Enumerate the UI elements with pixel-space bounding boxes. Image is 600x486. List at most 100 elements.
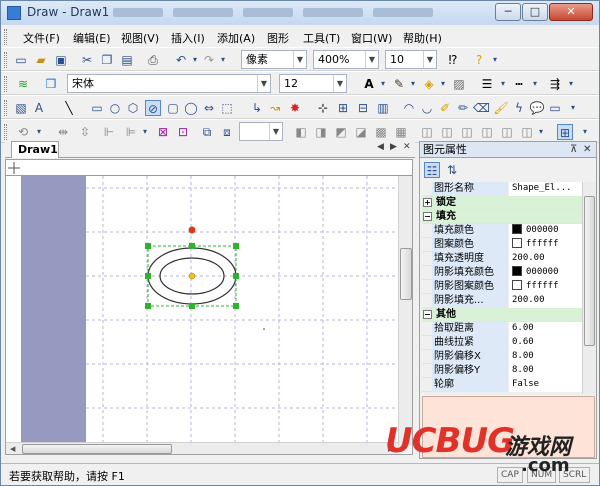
property-value[interactable]: 000000 xyxy=(509,224,582,238)
property-row[interactable]: 轮廓 False xyxy=(422,378,582,392)
image-tool-icon[interactable]: ▧ xyxy=(13,100,29,116)
rotate-icon[interactable]: ⟲ xyxy=(15,124,31,140)
minimize-button[interactable]: ─ xyxy=(495,3,521,21)
line-tool-icon[interactable]: ╲ xyxy=(61,100,77,116)
menu-add[interactable]: 添加(A) xyxy=(217,30,255,46)
shadow-icon[interactable]: ▨ xyxy=(451,76,467,92)
canvas-vertical-scrollbar[interactable] xyxy=(398,176,412,446)
property-row[interactable]: 阴影偏移Y 8.00 xyxy=(422,364,582,378)
font-select[interactable]: 宋体 ▼ xyxy=(67,74,271,93)
property-value[interactable]: False xyxy=(509,378,582,392)
pen-tool-icon[interactable]: ✐ xyxy=(437,100,453,116)
cut-icon[interactable]: ✂ xyxy=(79,52,95,68)
circle-tool-icon[interactable]: ◯ xyxy=(183,100,199,116)
combine-icon[interactable]: ◫ xyxy=(479,124,495,140)
page[interactable] xyxy=(86,176,398,442)
horizontal-scroll-thumb[interactable] xyxy=(22,444,172,454)
print-icon[interactable]: ⎙ xyxy=(145,52,161,68)
font-size-select[interactable]: 12 ▼ xyxy=(279,74,347,93)
property-value[interactable]: 6.00 xyxy=(509,322,582,336)
menubar-grip[interactable] xyxy=(4,29,7,45)
property-row[interactable]: 阴影图案颜色 ffffff xyxy=(422,280,582,294)
zoom-select[interactable]: 400% ▼ xyxy=(313,50,379,69)
line-width-icon[interactable]: ☰ xyxy=(479,76,495,92)
order-icon[interactable]: ▦ xyxy=(393,124,409,140)
rectangle-tool-icon[interactable]: ▭ xyxy=(89,100,105,116)
help-icon[interactable]: ? xyxy=(471,52,487,68)
hatch-icon[interactable]: ▥ xyxy=(375,100,391,116)
text-style-icon[interactable]: ❒ xyxy=(43,76,59,92)
menu-insert[interactable]: 插入(I) xyxy=(171,30,205,46)
more-tools-dropdown-icon[interactable]: ▾ xyxy=(565,100,581,116)
curve-tool-icon[interactable]: ⊘ xyxy=(145,100,161,116)
brush-tool-icon[interactable]: 🖌 xyxy=(493,100,509,116)
pin-icon[interactable]: ⊼ xyxy=(570,142,577,157)
tab-scroll-right-icon[interactable]: ▶ xyxy=(390,142,397,152)
callout-rect-tool-icon[interactable]: ▭ xyxy=(547,100,563,116)
line-width-dropdown-icon[interactable]: ▾ xyxy=(495,76,511,92)
toolbar-grip[interactable] xyxy=(4,52,7,68)
toolbar-grip[interactable] xyxy=(4,100,7,116)
line-color-dropdown-icon[interactable]: ▾ xyxy=(405,76,421,92)
combine-icon[interactable]: ◫ xyxy=(459,124,475,140)
copy-icon[interactable]: ❐ xyxy=(99,52,115,68)
property-grid-scroll-thumb[interactable] xyxy=(584,196,595,346)
arrow-style-dropdown-icon[interactable]: ▾ xyxy=(563,76,579,92)
order-icon[interactable]: ◨ xyxy=(313,124,329,140)
more-arrange-dropdown-icon[interactable]: ▾ xyxy=(533,124,549,140)
send-back-icon[interactable]: ⧈ xyxy=(219,124,235,140)
close-button[interactable]: ✕ xyxy=(549,3,593,21)
combine-icon[interactable]: ◫ xyxy=(439,124,455,140)
menu-edit[interactable]: 编辑(E) xyxy=(73,30,111,46)
drawing-canvas[interactable]: ◀ ▶ xyxy=(5,159,413,455)
bezier-tool-icon[interactable]: ↝ xyxy=(267,100,283,116)
categorized-icon[interactable]: ☷ xyxy=(424,162,440,178)
rounded-rect-tool-icon[interactable]: ▢ xyxy=(165,100,181,116)
help-dropdown-icon[interactable]: ▾ xyxy=(487,52,503,68)
snap-dropdown-icon[interactable]: ▾ xyxy=(577,124,593,140)
open-folder-icon[interactable]: ▰ xyxy=(33,52,49,68)
connector-tool-icon[interactable]: ↳ xyxy=(249,100,265,116)
callout-tool-icon[interactable]: 💬 xyxy=(529,100,545,116)
property-row[interactable]: 阴影填充... 200.00 xyxy=(422,294,582,308)
tab-draw1[interactable]: Draw1 xyxy=(11,141,59,158)
align-center-icon[interactable]: ⊹ xyxy=(315,100,331,116)
menu-window[interactable]: 窗口(W) xyxy=(351,30,392,46)
canvas-horizontal-scrollbar[interactable]: ◀ ▶ xyxy=(6,442,398,454)
snap-grid-icon[interactable]: ⊞ xyxy=(557,124,573,140)
arrange-select[interactable]: ▼ xyxy=(239,122,283,141)
property-row[interactable]: 阴影填充颜色 000000 xyxy=(422,266,582,280)
flip-horizontal-icon[interactable]: ⇹ xyxy=(55,124,71,140)
property-value[interactable]: ffffff xyxy=(509,238,582,252)
property-value[interactable]: 8.00 xyxy=(509,364,582,378)
property-value[interactable]: 0.60 xyxy=(509,336,582,350)
property-row[interactable]: 图形名称 Shape_El... xyxy=(422,182,582,196)
same-height-icon[interactable]: ⊠ xyxy=(155,124,171,140)
polygon-tool-icon[interactable]: ⬡ xyxy=(125,100,141,116)
layers-icon[interactable]: ≋ xyxy=(15,76,31,92)
vertical-scroll-thumb[interactable] xyxy=(400,248,412,300)
toolbar-grip[interactable] xyxy=(4,76,7,92)
scroll-left-icon[interactable]: ◀ xyxy=(10,445,15,453)
property-value[interactable]: ffffff xyxy=(509,280,582,294)
property-value[interactable]: 200.00 xyxy=(509,252,582,266)
distribute-icon[interactable]: ⊩ xyxy=(101,124,117,140)
ungroup-icon[interactable]: ⊞ xyxy=(335,100,351,116)
close-icon[interactable]: ✕ xyxy=(583,142,591,157)
lightning-tool-icon[interactable]: ϟ xyxy=(511,100,527,116)
sort-alpha-icon[interactable]: ⇅ xyxy=(444,162,460,178)
save-icon[interactable]: ▣ xyxy=(53,52,69,68)
toolbar-grip[interactable] xyxy=(4,124,7,140)
double-arrow-tool-icon[interactable]: ⇔ xyxy=(201,100,217,116)
property-row[interactable]: 曲线拉紧 0.60 xyxy=(422,336,582,350)
menu-view[interactable]: 视图(V) xyxy=(121,30,159,46)
order-icon[interactable]: ◩ xyxy=(333,124,349,140)
line-style-dropdown-icon[interactable]: ▾ xyxy=(527,76,543,92)
cube-tool-icon[interactable]: ⬚ xyxy=(219,100,235,116)
collapse-icon[interactable]: − xyxy=(423,212,432,221)
freeform-icon[interactable]: ◠ xyxy=(401,100,417,116)
ellipse-tool-icon[interactable]: ○ xyxy=(107,100,123,116)
menu-shape[interactable]: 图形 xyxy=(267,30,289,46)
property-value[interactable]: 000000 xyxy=(509,266,582,280)
tab-scroll-left-icon[interactable]: ◀ xyxy=(377,142,384,152)
